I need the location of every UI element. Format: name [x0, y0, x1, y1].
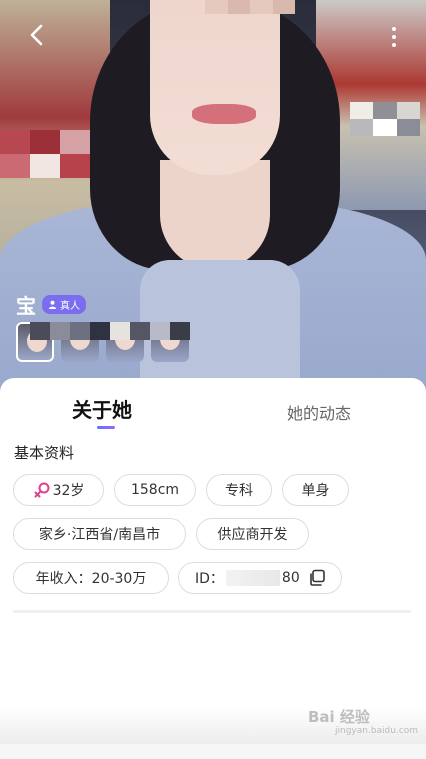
photo-face: [150, 0, 280, 175]
more-options-button[interactable]: [384, 22, 404, 52]
bottom-bar: [0, 744, 426, 759]
watermark: Bai 经验: [308, 708, 370, 726]
watermark-sub: jingyan.baidu.com: [335, 726, 419, 736]
copy-id-button[interactable]: [308, 569, 326, 587]
tag-education: 专科: [206, 474, 272, 506]
photo-neck: [160, 160, 270, 270]
tab-her-moments[interactable]: 她的动态: [287, 400, 351, 424]
tag-age: 32岁: [13, 474, 104, 506]
privacy-mosaic: [0, 130, 90, 178]
tag-hometown: 家乡·江西省/南昌市: [13, 518, 186, 550]
profile-tabs: 关于她 她的动态: [0, 378, 426, 432]
tab-active-indicator: [97, 426, 115, 429]
copy-icon: [309, 569, 325, 586]
tag-income: 年收入：20-30万: [13, 562, 169, 594]
privacy-mosaic: [205, 0, 295, 14]
section-divider: [13, 610, 411, 613]
privacy-mosaic: [350, 102, 420, 136]
name-row: 宝 真人: [16, 290, 86, 319]
more-vertical-icon: [392, 43, 396, 47]
more-vertical-icon: [392, 27, 396, 31]
female-icon: [34, 482, 50, 498]
tag-user-id: ID： 80: [178, 562, 342, 594]
person-icon: [48, 300, 57, 309]
privacy-mosaic: [30, 322, 190, 340]
user-id-suffix: 80: [281, 570, 300, 586]
profile-info-card: 关于她 她的动态 基本资料 32岁 158cm 专科 单身 家乡·江西省/南昌市…: [0, 378, 426, 759]
tag-marital-status: 单身: [282, 474, 349, 506]
verified-badge-label: 真人: [60, 301, 80, 312]
verified-badge: 真人: [42, 295, 86, 314]
more-vertical-icon: [392, 35, 396, 39]
tag-job: 供应商开发: [196, 518, 309, 550]
tab-about-her[interactable]: 关于她: [72, 394, 132, 423]
photo-lips: [192, 104, 256, 124]
tag-height: 158cm: [114, 474, 196, 506]
section-title-basic-info: 基本资料: [14, 444, 75, 462]
user-id-mask: [225, 570, 280, 586]
chevron-left-icon: [30, 24, 43, 46]
user-id-prefix: ID：: [195, 571, 224, 587]
back-button[interactable]: [22, 20, 52, 50]
tag-age-label: 32岁: [52, 483, 85, 499]
profile-name: 宝: [16, 294, 36, 318]
